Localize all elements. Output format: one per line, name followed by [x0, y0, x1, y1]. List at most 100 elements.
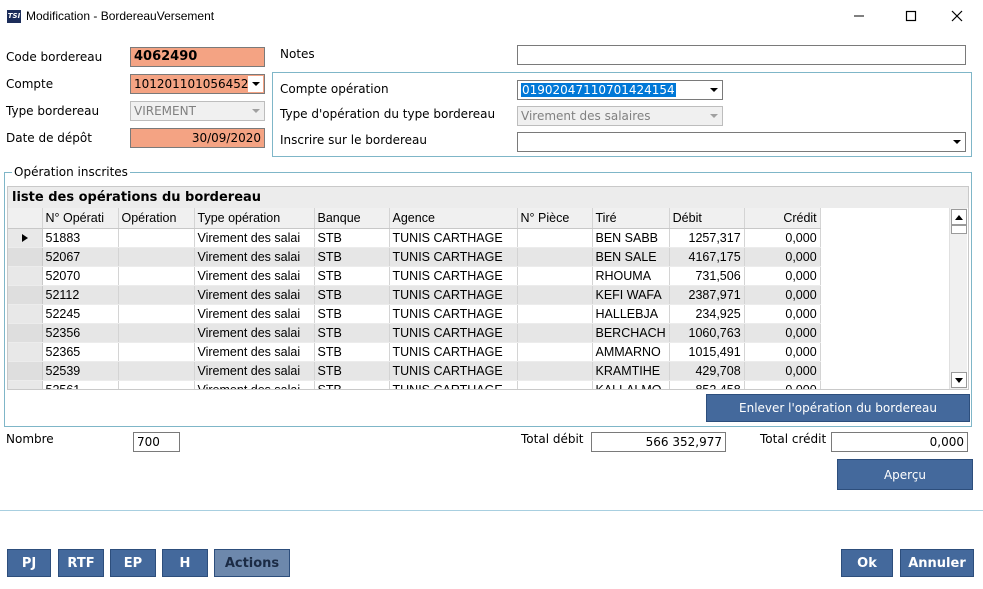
cell-tire[interactable]: HALLEBJA	[592, 304, 670, 324]
cell-agence[interactable]: TUNIS CARTHAGE	[389, 361, 518, 381]
cell-banque[interactable]: STB	[314, 342, 390, 362]
cell-banque[interactable]: STB	[314, 285, 390, 305]
row-selector[interactable]	[8, 323, 43, 343]
table-row[interactable]: 52112 Virement des salai STB TUNIS CARTHAGE…	[8, 285, 821, 305]
cell-type-operation[interactable]: Virement des salai	[194, 361, 315, 381]
cell-agence[interactable]: TUNIS CARTHAGE	[389, 247, 518, 267]
compte-dropdown-button[interactable]	[248, 76, 263, 92]
table-row[interactable]: 51883 Virement des salai STB TUNIS CARTHAGE…	[8, 228, 821, 248]
column-header-tire[interactable]: Tiré	[592, 208, 670, 229]
cell-num-piece[interactable]	[517, 247, 593, 267]
cell-num-operation[interactable]: 52070	[42, 266, 119, 286]
cell-type-operation[interactable]: Virement des salai	[194, 323, 315, 343]
cell-num-operation[interactable]: 52112	[42, 285, 119, 305]
total-debit-field[interactable]: 566 352,977	[591, 432, 726, 452]
cell-operation[interactable]	[118, 342, 195, 362]
cell-tire[interactable]: BEN SALE	[592, 247, 670, 267]
inscrire-dropdown-button[interactable]	[949, 134, 964, 150]
cell-operation[interactable]	[118, 228, 195, 248]
scroll-down-button[interactable]	[951, 372, 967, 388]
cell-credit[interactable]: 0,000	[744, 266, 821, 286]
column-header-debit[interactable]: Débit	[669, 208, 745, 229]
cell-banque[interactable]: STB	[314, 361, 390, 381]
cell-debit[interactable]: 1060,763	[669, 323, 745, 343]
cell-banque[interactable]: STB	[314, 266, 390, 286]
scroll-up-button[interactable]	[951, 209, 967, 225]
cell-num-piece[interactable]	[517, 361, 593, 381]
column-header-num-operation[interactable]: N° Opérati	[42, 208, 119, 229]
cell-operation[interactable]	[118, 247, 195, 267]
cell-debit[interactable]: 852,458	[669, 380, 745, 389]
cell-num-piece[interactable]	[517, 323, 593, 343]
column-header-credit[interactable]: Crédit	[744, 208, 821, 229]
apercu-button[interactable]: Aperçu	[837, 459, 973, 490]
row-selector[interactable]	[8, 228, 43, 248]
table-row[interactable]: 52356 Virement des salai STB TUNIS CARTHAGE…	[8, 323, 821, 343]
cell-num-piece[interactable]	[517, 380, 593, 389]
code-bordereau-field[interactable]: 4062490	[130, 47, 265, 67]
cell-credit[interactable]: 0,000	[744, 247, 821, 267]
cell-debit[interactable]: 731,506	[669, 266, 745, 286]
rtf-button[interactable]: RTF	[58, 549, 104, 577]
inscrire-select[interactable]	[517, 132, 966, 152]
actions-button[interactable]: Actions	[214, 549, 290, 577]
total-credit-field[interactable]: 0,000	[831, 432, 968, 452]
column-header-banque[interactable]: Banque	[314, 208, 390, 229]
cell-debit[interactable]: 4167,175	[669, 247, 745, 267]
cell-num-piece[interactable]	[517, 342, 593, 362]
table-row[interactable]: 52561 Virement des salai STB TUNIS CARTHAGE…	[8, 380, 821, 389]
table-row[interactable]: 52245 Virement des salai STB TUNIS CARTHAGE…	[8, 304, 821, 324]
pj-button[interactable]: PJ	[7, 549, 51, 577]
cell-num-operation[interactable]: 52067	[42, 247, 119, 267]
cell-debit[interactable]: 234,925	[669, 304, 745, 324]
cell-debit[interactable]: 1257,317	[669, 228, 745, 248]
cell-operation[interactable]	[118, 304, 195, 324]
cell-credit[interactable]: 0,000	[744, 304, 821, 324]
cell-tire[interactable]: KALLALMO	[592, 380, 670, 389]
cell-operation[interactable]	[118, 285, 195, 305]
cell-type-operation[interactable]: Virement des salai	[194, 380, 315, 389]
cell-agence[interactable]: TUNIS CARTHAGE	[389, 228, 518, 248]
close-button[interactable]	[935, 2, 979, 30]
cell-num-piece[interactable]	[517, 285, 593, 305]
cell-tire[interactable]: BEN SABB	[592, 228, 670, 248]
cell-credit[interactable]: 0,000	[744, 228, 821, 248]
cell-agence[interactable]: TUNIS CARTHAGE	[389, 342, 518, 362]
cell-type-operation[interactable]: Virement des salai	[194, 266, 315, 286]
cell-agence[interactable]: TUNIS CARTHAGE	[389, 304, 518, 324]
cell-type-operation[interactable]: Virement des salai	[194, 247, 315, 267]
row-selector[interactable]	[8, 247, 43, 267]
annuler-button[interactable]: Annuler	[900, 549, 974, 577]
table-row[interactable]: 52067 Virement des salai STB TUNIS CARTHAGE…	[8, 247, 821, 267]
table-row[interactable]: 52070 Virement des salai STB TUNIS CARTHAGE…	[8, 266, 821, 286]
cell-banque[interactable]: STB	[314, 247, 390, 267]
cell-tire[interactable]: BERCHACH	[592, 323, 670, 343]
cell-type-operation[interactable]: Virement des salai	[194, 285, 315, 305]
maximize-button[interactable]	[889, 2, 933, 30]
column-header-agence[interactable]: Agence	[389, 208, 518, 229]
table-row[interactable]: 52539 Virement des salai STB TUNIS CARTHAGE…	[8, 361, 821, 381]
cell-num-piece[interactable]	[517, 266, 593, 286]
cell-banque[interactable]: STB	[314, 228, 390, 248]
ok-button[interactable]: Ok	[841, 549, 893, 577]
row-selector[interactable]	[8, 304, 43, 324]
cell-num-operation[interactable]: 52356	[42, 323, 119, 343]
cell-operation[interactable]	[118, 361, 195, 381]
cell-num-operation[interactable]: 52561	[42, 380, 119, 389]
cell-agence[interactable]: TUNIS CARTHAGE	[389, 323, 518, 343]
cell-tire[interactable]: KEFI WAFA	[592, 285, 670, 305]
row-selector[interactable]	[8, 361, 43, 381]
row-selector[interactable]	[8, 380, 43, 389]
column-header-num-piece[interactable]: N° Pièce	[517, 208, 593, 229]
cell-credit[interactable]: 0,000	[744, 285, 821, 305]
cell-type-operation[interactable]: Virement des salai	[194, 342, 315, 362]
cell-type-operation[interactable]: Virement des salai	[194, 228, 315, 248]
cell-banque[interactable]: STB	[314, 323, 390, 343]
cell-agence[interactable]: TUNIS CARTHAGE	[389, 285, 518, 305]
compte-select[interactable]: 1012011010564527	[130, 74, 265, 94]
cell-num-operation[interactable]: 52365	[42, 342, 119, 362]
cell-tire[interactable]: AMMARNO	[592, 342, 670, 362]
date-depot-field[interactable]: 30/09/2020	[130, 128, 265, 148]
table-row[interactable]: 52365 Virement des salai STB TUNIS CARTHAGE…	[8, 342, 821, 362]
cell-banque[interactable]: STB	[314, 304, 390, 324]
